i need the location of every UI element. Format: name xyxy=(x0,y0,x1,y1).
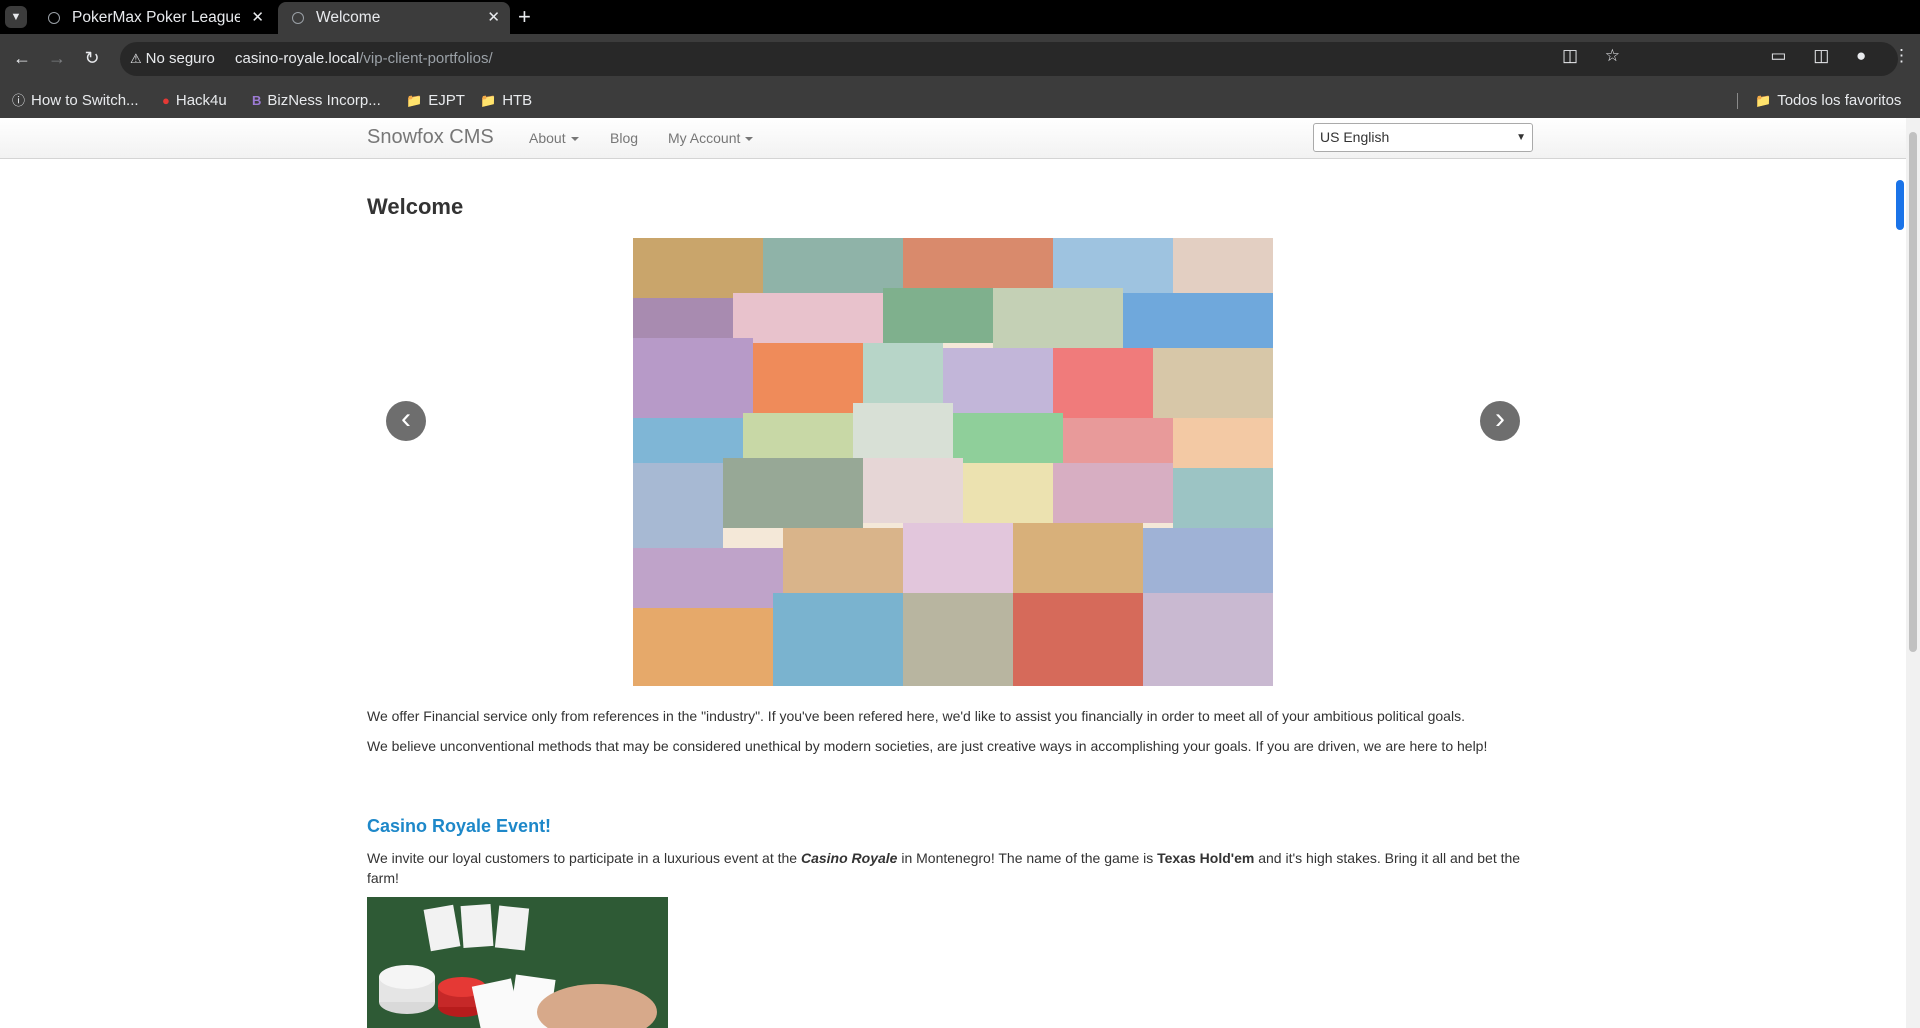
nav-my-account[interactable]: My Account xyxy=(668,130,754,146)
folder-icon: 📁 xyxy=(1755,93,1772,108)
warning-icon: ⚠ xyxy=(130,51,142,66)
casino-royale-emphasis: Casino Royale xyxy=(800,850,898,866)
address-bar[interactable]: ⚠ No seguro casino-royale.local/vip-clien… xyxy=(120,42,1898,76)
bookmarks-divider xyxy=(1737,93,1738,109)
all-bookmarks-folder[interactable]: 📁 Todos los favoritos xyxy=(1755,88,1901,114)
back-button[interactable]: ← xyxy=(10,46,34,70)
language-select[interactable]: US English ▼ xyxy=(1313,123,1533,152)
bookmark-folder-ejpt[interactable]: 📁 EJPT xyxy=(406,88,465,114)
caret-down-icon xyxy=(745,137,754,142)
bookmark-bizness[interactable]: B BizNess Incorp... xyxy=(252,88,381,114)
nav-about[interactable]: About xyxy=(529,130,579,146)
bookmark-hack4u[interactable]: ● Hack4u xyxy=(162,88,227,114)
carousel-image-banknotes xyxy=(633,238,1273,686)
page-viewport: Snowfox CMS About Blog My Account US Eng… xyxy=(0,118,1920,1028)
globe-icon xyxy=(292,12,304,24)
tab-welcome[interactable]: Welcome ✕ xyxy=(278,2,510,34)
info-icon: ⓘ xyxy=(12,93,26,108)
forward-button[interactable]: → xyxy=(45,46,69,70)
chevron-down-icon: ▼ xyxy=(1516,132,1526,143)
intro-paragraph-1: We offer Financial service only from ref… xyxy=(367,708,1465,724)
side-panel-icon[interactable]: ◫ xyxy=(1813,46,1829,65)
folder-icon: 📁 xyxy=(480,93,497,108)
carousel-prev-button[interactable]: ‹ xyxy=(386,401,426,441)
browser-actions: ▭ ◫ ● ⋮ xyxy=(1748,46,1910,66)
menu-icon[interactable]: ⋮ xyxy=(1893,46,1910,65)
nav-blog[interactable]: Blog xyxy=(610,130,638,146)
texas-holdem-strong: Texas Hold'em xyxy=(1157,850,1255,866)
event-title-link[interactable]: Casino Royale Event! xyxy=(367,816,551,837)
close-icon[interactable]: ✕ xyxy=(487,2,500,34)
bizness-icon: B xyxy=(252,93,262,108)
folder-icon: 📁 xyxy=(406,93,423,108)
event-description: We invite our loyal customers to partici… xyxy=(367,850,1521,886)
carousel-next-button[interactable]: › xyxy=(1480,401,1520,441)
bookmark-how-to-switch[interactable]: ⓘ How to Switch... xyxy=(12,88,139,114)
browser-toolbar: ← → ↻ ⚠ No seguro casino-royale.local/vip… xyxy=(0,34,1920,84)
security-indicator[interactable]: ⚠ No seguro xyxy=(130,42,215,76)
page-title: Welcome xyxy=(367,194,464,219)
scrollbar-thumb[interactable] xyxy=(1909,132,1917,652)
tab-title: PokerMax Poker League xyxy=(72,9,240,26)
extensions-icon[interactable]: ▭ xyxy=(1770,46,1786,65)
banknotes-collage xyxy=(633,238,1273,686)
site-navbar: Snowfox CMS About Blog My Account US Eng… xyxy=(0,118,1906,159)
intro-paragraph-2: We believe unconventional methods that m… xyxy=(367,738,1488,754)
bookmark-folder-htb[interactable]: 📁 HTB xyxy=(480,88,532,114)
poker-table-image xyxy=(367,897,668,1028)
tab-pokermax[interactable]: PokerMax Poker League ✕ xyxy=(34,2,274,34)
translate-icon[interactable]: ◫ xyxy=(1562,46,1578,65)
hack4u-icon: ● xyxy=(162,93,170,108)
omnibox-actions: ◫ ☆ xyxy=(1540,46,1620,66)
reload-button[interactable]: ↻ xyxy=(80,46,104,70)
tab-title: Welcome xyxy=(316,9,381,26)
url-text[interactable]: casino-royale.local/vip-client-portfolio… xyxy=(235,42,493,76)
bookmarks-bar: ⓘ How to Switch... ● Hack4u B BizNess Incor… xyxy=(0,84,1920,118)
caret-down-icon xyxy=(570,137,579,142)
site-brand[interactable]: Snowfox CMS xyxy=(367,126,494,149)
page-scrollbar[interactable] xyxy=(1906,118,1920,1028)
tab-search-button[interactable]: ▼ xyxy=(5,6,27,28)
bookmark-star-icon[interactable]: ☆ xyxy=(1605,46,1620,65)
side-panel-handle[interactable] xyxy=(1896,180,1904,230)
tab-strip: ▼ PokerMax Poker League ✕ Welcome ✕ + xyxy=(0,0,1920,34)
new-tab-button[interactable]: + xyxy=(518,4,531,30)
profile-icon[interactable]: ● xyxy=(1856,46,1866,65)
globe-icon xyxy=(48,12,60,24)
close-icon[interactable]: ✕ xyxy=(251,2,264,34)
poker-chips-cards-illustration xyxy=(367,897,668,1028)
